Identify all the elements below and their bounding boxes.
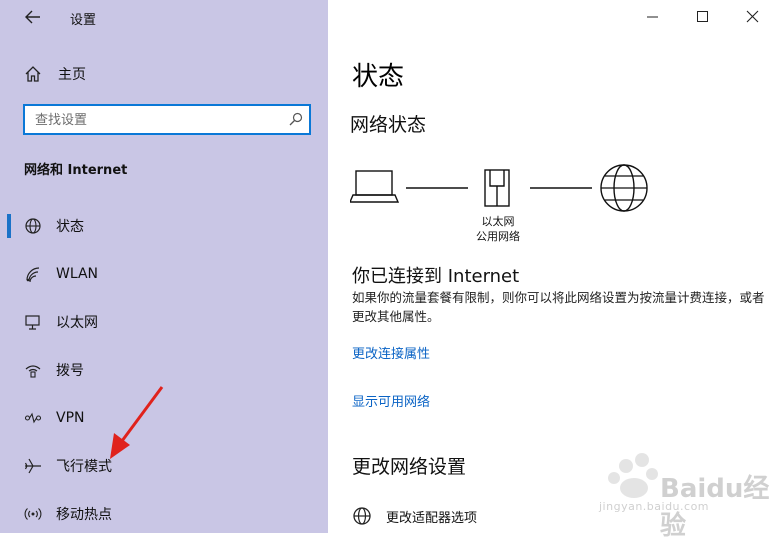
sidebar-item-label: VPN [56, 410, 85, 426]
annotation-arrow-icon [110, 386, 164, 459]
change-settings-title: 更改网络设置 [352, 456, 467, 478]
minimize-icon [647, 16, 658, 18]
sidebar-item-ethernet[interactable]: 以太网 [0, 302, 328, 342]
connected-heading: 你已连接到 Internet [352, 266, 520, 287]
close-button[interactable] [727, 0, 777, 34]
sidebar-item-label: WLAN [56, 266, 99, 282]
home-label: 主页 [58, 67, 86, 83]
adapter-caption: 以太网 公用网络 [458, 214, 538, 244]
close-icon [746, 10, 759, 23]
section-title: 网络和 Internet [24, 163, 128, 178]
maximize-button[interactable] [677, 0, 727, 34]
sidebar-item-label: 移动热点 [56, 507, 112, 523]
search-icon[interactable] [289, 112, 303, 128]
sidebar: 设置 主页 网络和 Internet 状态 WLAN [0, 0, 328, 533]
network-type: 公用网络 [476, 230, 520, 243]
network-status-title: 网络状态 [350, 114, 427, 136]
sidebar-item-label: 拨号 [56, 363, 84, 379]
home-nav-item[interactable]: 主页 [24, 64, 86, 84]
computer-icon [350, 170, 400, 203]
airplane-icon [24, 458, 41, 474]
connected-description: 如果你的流量套餐有限制，则你可以将此网络设置为按流量计费连接，或者更改其他属性。 [352, 290, 765, 324]
sidebar-item-wlan[interactable]: WLAN [0, 254, 328, 294]
globe-icon [25, 218, 41, 234]
maximize-icon [697, 11, 708, 22]
minimize-button[interactable] [627, 0, 677, 34]
vpn-icon [24, 412, 42, 424]
change-connection-properties-link[interactable]: 更改连接属性 [352, 343, 430, 362]
sidebar-item-dialup[interactable]: 拨号 [0, 350, 328, 390]
page-title: 状态 [352, 62, 405, 92]
show-available-networks-link[interactable]: 显示可用网络 [352, 391, 430, 410]
dialup-icon [25, 365, 41, 378]
hotspot-icon [24, 508, 42, 520]
home-icon [25, 66, 41, 82]
adapter-options-label: 更改适配器选项 [386, 510, 478, 526]
internet-globe-icon [600, 164, 648, 212]
back-arrow-icon[interactable] [22, 7, 44, 27]
search-box[interactable] [23, 104, 311, 135]
sidebar-item-label: 以太网 [56, 315, 98, 331]
ethernet-icon [25, 315, 40, 330]
window-controls [627, 0, 777, 34]
sidebar-item-status[interactable]: 状态 [0, 206, 328, 246]
globe-icon [353, 507, 371, 525]
watermark-url: jingyan.baidu.com [599, 500, 710, 513]
search-input[interactable] [35, 111, 275, 129]
sidebar-item-label: 状态 [56, 219, 84, 235]
wifi-icon [26, 267, 40, 283]
window-title: 设置 [70, 13, 97, 28]
adapter-options-item[interactable]: 更改适配器选项 [352, 506, 477, 526]
sidebar-item-mobile-hotspot[interactable]: 移动热点 [0, 494, 328, 533]
adapter-name: 以太网 [481, 215, 515, 228]
ethernet-adapter-icon [484, 169, 510, 207]
